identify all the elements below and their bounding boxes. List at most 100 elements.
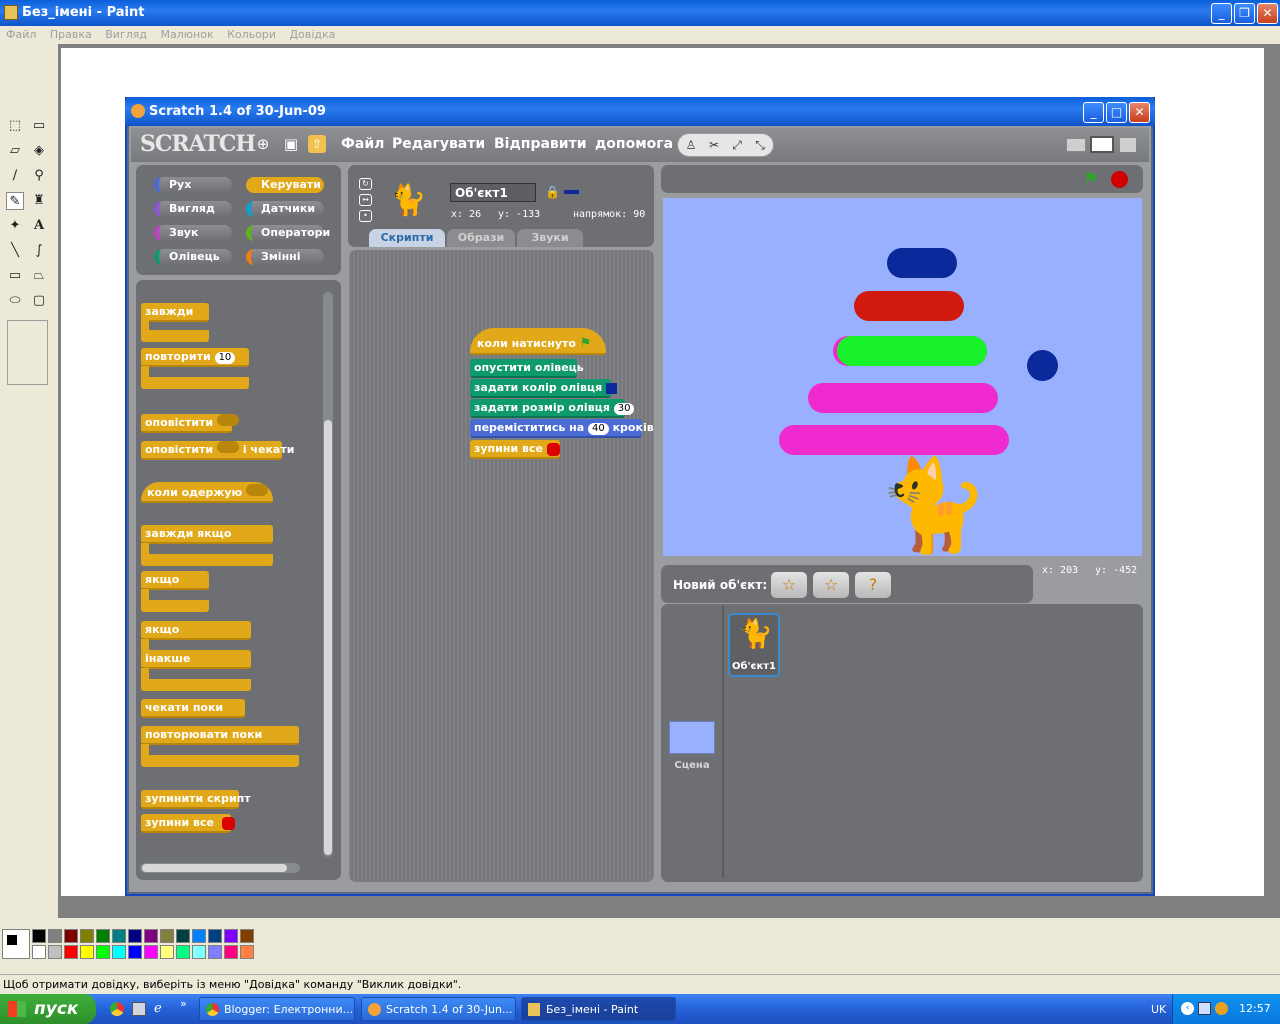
small-stage-icon[interactable] [1066,138,1086,152]
palette-swatch[interactable] [48,945,62,959]
taskbar-blogger[interactable]: Blogger: Електронни... [199,997,355,1021]
block-wait-until[interactable]: чекати поки [141,699,245,718]
sprite-thumbnail[interactable]: 🐈 Об'єкт1 [728,613,780,677]
palette-swatch[interactable] [160,945,174,959]
script-set-pen-size[interactable]: задати розмір олівця 30 [470,399,635,418]
curve-icon[interactable]: ∫ [30,242,48,260]
language-indicator[interactable]: UK [1151,1003,1166,1016]
palette-swatch[interactable] [240,945,254,959]
category-operators[interactable]: Оператори [246,225,330,241]
category-sound[interactable]: Звук [154,225,232,241]
green-flag-button[interactable]: ⚑ [1083,169,1099,190]
palette-swatch[interactable] [80,929,94,943]
block-if-else[interactable]: якщо [141,621,251,640]
category-looks[interactable]: Вигляд [154,201,232,217]
palette-swatch[interactable] [192,945,206,959]
magnifier-icon[interactable]: ⚲ [30,167,48,185]
desktop-quicklaunch-icon[interactable] [132,1002,146,1016]
fill-icon[interactable]: ◈ [30,142,48,160]
choose-sprite-file-icon[interactable]: ☆ [813,572,849,598]
palette-swatch[interactable] [240,929,254,943]
taskbar-paint[interactable]: Без_імені - Paint [521,997,676,1021]
minimize-button[interactable]: _ [1211,3,1232,24]
paint-new-sprite-icon[interactable]: ☆ [771,572,807,598]
scratch-maximize-button[interactable]: □ [1106,102,1127,123]
stage-cat-sprite[interactable]: 🐈 [877,456,989,556]
pen-color-swatch[interactable] [606,382,617,394]
stop-button[interactable] [1111,171,1128,188]
palette-swatch[interactable] [112,945,126,959]
shrink-icon[interactable]: ⤡ [751,136,769,154]
tab-costumes[interactable]: Образи [447,229,515,247]
palette-swatch[interactable] [160,929,174,943]
rotate-icon[interactable]: ↻ [359,178,372,190]
normal-stage-icon[interactable] [1090,136,1114,153]
block-if[interactable]: якщо [141,571,209,590]
block-forever[interactable]: завжди [141,303,209,322]
rounded-rect-icon[interactable]: ▢ [30,292,48,310]
category-sensing[interactable]: Датчики [246,201,324,217]
block-broadcast-wait[interactable]: оповістити і чекати [141,441,294,460]
flip-icon[interactable]: ↔ [359,194,372,206]
repeat-count-input[interactable]: 10 [214,352,236,364]
palette-swatch[interactable] [128,945,142,959]
palette-swatch[interactable] [32,945,46,959]
tool-options[interactable] [7,320,48,385]
save-icon[interactable]: ▣ [282,135,300,153]
block-repeat-until[interactable]: повторювати поки [141,726,299,745]
script-set-pen-color[interactable]: задати колір олівця [470,379,617,398]
tab-sounds[interactable]: Звуки [517,229,583,247]
palette-swatch[interactable] [48,929,62,943]
tray-app-icon[interactable] [1215,1002,1228,1015]
palette-swatch[interactable] [144,945,158,959]
menu-colors[interactable]: Кольори [227,28,276,41]
palette-swatch[interactable] [96,929,110,943]
tab-scripts[interactable]: Скрипти [369,229,445,247]
block-broadcast[interactable]: оповістити [141,414,239,433]
palette-swatch[interactable] [192,929,206,943]
ie-quicklaunch-icon[interactable]: ℯ [154,1002,168,1016]
palette-swatch[interactable] [224,929,238,943]
category-variables[interactable]: Змінні [246,249,324,265]
block-forever-if[interactable]: завжди якщо [141,525,273,544]
eyedropper-icon[interactable]: ∕ [6,167,24,185]
rectangle-icon[interactable]: ▭ [6,267,24,285]
category-control[interactable]: Керувати [246,177,324,193]
grow-icon[interactable]: ⤢ [728,136,746,154]
presentation-icon[interactable] [1120,138,1136,152]
block-when-receive[interactable]: коли одержую [141,482,273,503]
script-stop-all[interactable]: зупини все [470,440,560,459]
block-stop-all[interactable]: зупини все [141,814,235,833]
tray-expand-icon[interactable]: ‹ [1181,1002,1194,1015]
category-pen[interactable]: Олівець [154,249,232,265]
brush-icon[interactable]: ♜ [30,192,48,210]
no-rotate-icon[interactable]: • [359,210,372,222]
move-steps-input[interactable]: 40 [588,423,609,435]
ellipse-icon[interactable]: ⬭ [6,292,24,310]
pencil-icon[interactable]: ✎ [6,192,24,210]
scratch-menu-file[interactable]: Файл [341,136,384,152]
palette-swatch[interactable] [64,929,78,943]
receive-dropdown[interactable] [246,484,269,496]
scratch-menu-help[interactable]: допомога [595,136,673,152]
palette-hscroll-thumb[interactable] [142,864,287,872]
free-select-icon[interactable]: ⬚ [6,117,24,135]
scratch-close-button[interactable]: ✕ [1129,102,1150,123]
random-sprite-icon[interactable]: ? [855,572,891,598]
scratch-minimize-button[interactable]: _ [1083,102,1104,123]
script-move[interactable]: переміститись на 40 кроків [470,419,654,438]
palette-swatch[interactable] [208,945,222,959]
block-stop-script[interactable]: зупинити скрипт [141,790,251,809]
palette-swatch[interactable] [128,929,142,943]
script-hat-block[interactable]: коли натиснуто ⚑ [470,328,606,355]
palette-swatch[interactable] [176,945,190,959]
script-pen-down[interactable]: опустити олівець [470,359,584,378]
palette-scroll-thumb[interactable] [324,420,332,855]
polygon-icon[interactable]: ⏢ [30,267,48,285]
category-motion[interactable]: Рух [154,177,232,193]
sprite-name-input[interactable]: Об'єкт1 [450,183,536,202]
broadcast-dropdown[interactable] [216,414,239,426]
menu-edit[interactable]: Правка [50,28,92,41]
menu-file[interactable]: Файл [6,28,36,41]
pen-size-input[interactable]: 30 [613,403,635,415]
